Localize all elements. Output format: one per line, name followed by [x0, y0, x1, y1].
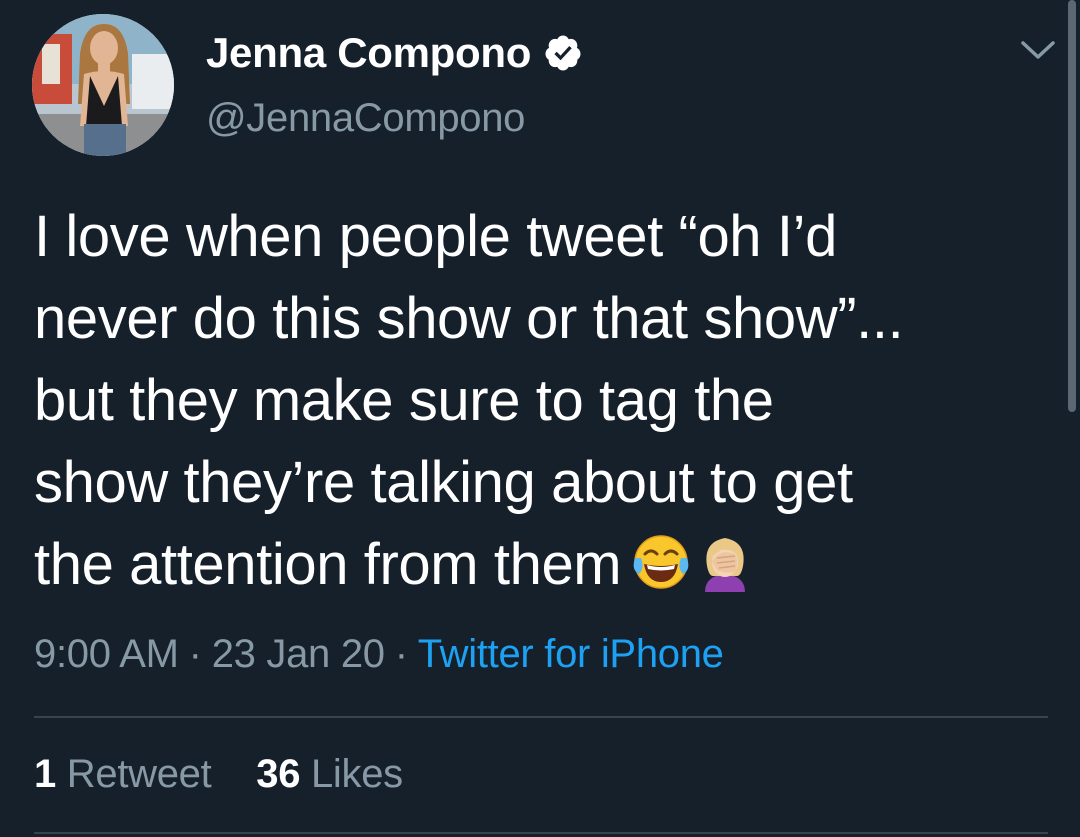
person-facepalming-icon	[705, 538, 746, 592]
likes-count: 36	[256, 752, 301, 796]
scrollbar[interactable]	[1068, 0, 1076, 412]
tweet-line: but they make sure to tag the	[34, 368, 774, 433]
retweets-count: 1	[34, 752, 56, 796]
author-handle[interactable]: @JennaCompono	[206, 96, 525, 141]
likes-stat[interactable]: 36 Likes	[256, 752, 403, 796]
tweet-meta: 9:00 AM · 23 Jan 20 · Twitter for iPhone	[34, 632, 724, 677]
face-with-tears-of-joy-icon	[633, 535, 689, 589]
tweet-date[interactable]: 23 Jan 20	[212, 632, 385, 676]
avatar-photo	[32, 14, 174, 156]
display-name[interactable]: Jenna Compono	[206, 29, 531, 77]
retweets-stat[interactable]: 1 Retweet	[34, 752, 212, 796]
verified-badge-icon	[545, 35, 581, 71]
divider	[34, 832, 1048, 834]
tweet-line-last: the attention from them	[34, 524, 1054, 606]
tweet-line: show they’re talking about to get	[34, 450, 853, 515]
chevron-down-icon[interactable]	[1018, 38, 1058, 64]
author-row[interactable]: Jenna Compono	[206, 28, 583, 78]
tweet-line: never do this show or that show”...	[34, 286, 904, 351]
likes-label: Likes	[310, 752, 403, 796]
tweet-line-text: the attention from them	[34, 532, 622, 597]
tweet-time[interactable]: 9:00 AM	[34, 632, 179, 676]
tweet-stats: 1 Retweet 36 Likes	[34, 752, 437, 797]
meta-separator: ·	[394, 632, 408, 676]
tweet-line: I love when people tweet “oh I’d	[34, 204, 837, 269]
tweet-text: I love when people tweet “oh I’d never d…	[34, 196, 1054, 606]
avatar[interactable]	[32, 14, 174, 156]
tweet-detail: Jenna Compono @JennaCompono I love when …	[0, 0, 1080, 837]
meta-separator: ·	[188, 632, 202, 676]
tweet-source-link[interactable]: Twitter for iPhone	[418, 632, 724, 676]
divider	[34, 716, 1048, 718]
retweets-label: Retweet	[66, 752, 212, 796]
